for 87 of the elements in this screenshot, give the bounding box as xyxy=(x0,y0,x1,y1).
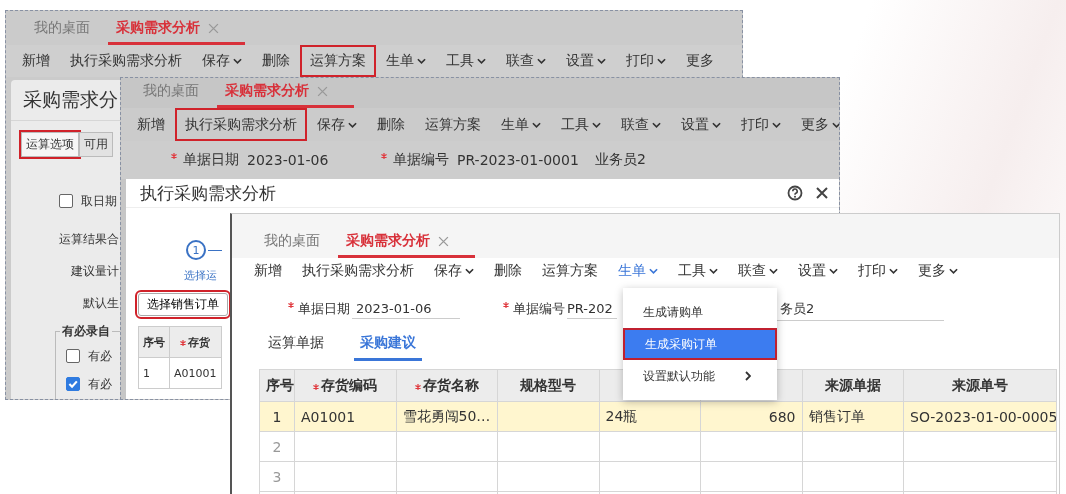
dialog-title: 采购需求分 xyxy=(23,87,118,112)
input-field[interactable]: 业务员2 xyxy=(591,148,659,172)
group-title: 有必录自 xyxy=(61,323,111,340)
input-field[interactable]: 2023-01-06 xyxy=(352,299,460,319)
table-cell: 销售订单 xyxy=(802,401,904,432)
option-label: 取日期 xyxy=(81,192,117,210)
field-label: 单据编号 xyxy=(513,300,565,318)
toolbar-button[interactable]: 生单 xyxy=(491,108,551,141)
toolbar-button[interactable]: 联查 xyxy=(496,45,556,77)
step-number: 1 xyxy=(186,240,206,260)
toolbar-button[interactable]: 工具 xyxy=(668,258,728,284)
row-number: 3 xyxy=(259,461,295,492)
toolbar-button[interactable]: 删除 xyxy=(252,45,300,77)
toolbar-button[interactable]: 执行采购需求分析 xyxy=(292,258,424,284)
step-label[interactable]: 选择运 xyxy=(184,268,217,283)
column-header: 序号 xyxy=(138,326,170,358)
option-label: 有必 xyxy=(88,375,112,393)
help-icon[interactable] xyxy=(787,185,803,201)
toolbar-button[interactable]: 打印 xyxy=(848,258,908,284)
toolbar-button[interactable]: 打印 xyxy=(616,45,676,77)
toolbar-button[interactable]: 联查 xyxy=(611,108,671,141)
column-header: 规格型号 xyxy=(497,369,599,402)
column-header: 存货编码 xyxy=(294,369,396,402)
table-cell: SO-2023-01-00-0005 xyxy=(903,401,1057,432)
field-label: 单据编号 xyxy=(393,151,449,169)
checkbox[interactable] xyxy=(59,194,73,208)
toolbar-button[interactable]: 联查 xyxy=(728,258,788,284)
table-cell: 680 xyxy=(700,401,802,432)
toolbar-button[interactable]: 生单 xyxy=(376,45,436,77)
table-row[interactable]: 1 A01001 雪花勇闯50… 24瓶 680 销售订单 SO-2023-01-00-0005 xyxy=(259,401,1057,432)
toolbar-button[interactable]: 新增 xyxy=(12,45,60,77)
toolbar-button[interactable]: 设置 xyxy=(556,45,616,77)
toolbar-button[interactable]: 更多 xyxy=(676,45,724,77)
option-label: 建议量计 xyxy=(71,262,119,280)
table-cell: 24瓶 xyxy=(599,401,701,432)
menu-item[interactable]: 设置默认功能 xyxy=(623,360,777,392)
toolbar-button[interactable]: 删除 xyxy=(367,108,415,141)
tab[interactable]: 可用 xyxy=(79,132,113,157)
menu-item[interactable]: 生成请购单 xyxy=(623,296,777,328)
toolbar-button[interactable]: 工具 xyxy=(551,108,611,141)
field-label: 单据日期 xyxy=(298,300,350,318)
toolbar-button[interactable]: 更多 xyxy=(908,258,968,284)
toolbar-button[interactable]: 执行采购需求分析 xyxy=(60,45,192,77)
toolbar-button[interactable]: 新增 xyxy=(244,258,292,284)
toolbar-button[interactable]: 新增 xyxy=(127,108,175,141)
column-header: 序号 xyxy=(259,369,295,402)
field-label: 单据日期 xyxy=(183,151,239,169)
toolbar-button[interactable]: 运算方案 xyxy=(532,258,608,284)
toolbar-button[interactable]: 保存 xyxy=(424,258,484,284)
checkbox[interactable] xyxy=(66,349,80,363)
tab[interactable]: 采购建议 xyxy=(354,334,422,361)
column-header: 存货名称 xyxy=(396,369,498,402)
toolbar-button[interactable]: 设置 xyxy=(671,108,731,141)
toolbar-button[interactable]: 执行采购需求分析 xyxy=(175,108,307,141)
dialog-title: 执行采购需求分析 xyxy=(140,181,276,205)
close-icon[interactable] xyxy=(815,186,829,200)
input-field[interactable]: PR-2023-01-0001 xyxy=(453,149,583,171)
tab[interactable]: 运算单据 xyxy=(268,334,324,361)
input-field[interactable]: 2023-01-06 xyxy=(243,149,333,171)
option-label: 运算结果合 xyxy=(59,230,119,248)
toolbar-button[interactable]: 运算方案 xyxy=(300,45,376,77)
toolbar-button[interactable]: 设置 xyxy=(788,258,848,284)
column-header: 存货 xyxy=(169,326,222,358)
toolbar-button[interactable]: 保存 xyxy=(307,108,367,141)
toolbar-button[interactable]: 删除 xyxy=(484,258,532,284)
toolbar-button[interactable]: 运算方案 xyxy=(415,108,491,141)
toolbar-button[interactable]: 打印 xyxy=(731,108,791,141)
tab[interactable]: 我的桌面 xyxy=(256,232,328,258)
menu-item[interactable]: 生成采购订单 xyxy=(623,328,777,360)
row-number: 2 xyxy=(259,431,295,462)
toolbar-button[interactable]: 保存 xyxy=(192,45,252,77)
option-label: 默认生 xyxy=(83,294,119,312)
select-button[interactable]: 选择销售订单 xyxy=(138,293,228,316)
column-header: 来源单号 xyxy=(903,369,1057,402)
table-cell: A01001 xyxy=(294,401,396,432)
toolbar-button[interactable]: 生单 xyxy=(608,258,668,284)
tab[interactable]: 运算选项 xyxy=(21,132,79,157)
option-label: 有必 xyxy=(88,347,112,365)
row-number: 1 xyxy=(259,401,295,432)
table-cell: 1 xyxy=(138,357,170,389)
toolbar-button[interactable]: 更多 xyxy=(791,108,839,141)
input-field[interactable]: PR-202 xyxy=(567,299,617,319)
table-cell: A01001 xyxy=(169,357,222,389)
column-header: 来源单据 xyxy=(802,369,904,402)
toolbar-button[interactable]: 工具 xyxy=(436,45,496,77)
checkbox[interactable] xyxy=(66,377,80,391)
table-cell: 雪花勇闯50… xyxy=(396,401,498,432)
